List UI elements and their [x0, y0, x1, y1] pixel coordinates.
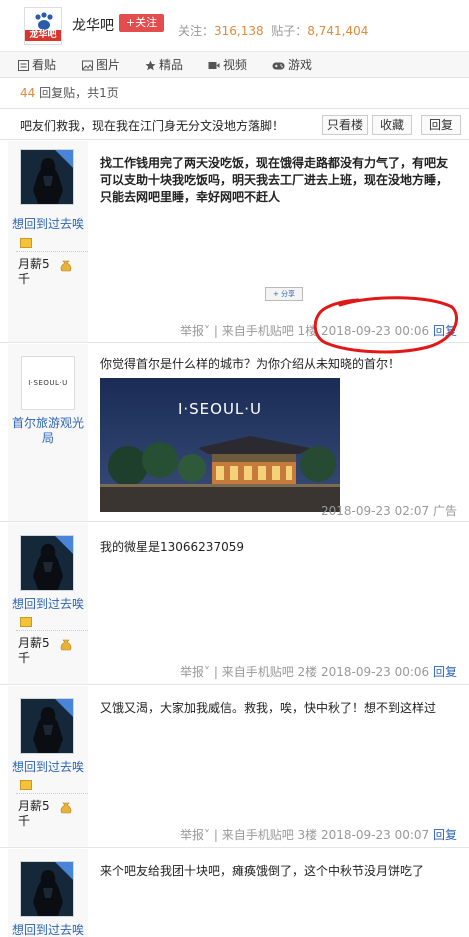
salary-title: 月薪5千 — [18, 257, 50, 286]
avatar[interactable] — [20, 861, 74, 917]
ad-account-name[interactable]: 首尔旅游观光局 — [8, 416, 88, 446]
money-bag-icon — [60, 802, 72, 814]
share-label: 分享 — [281, 290, 296, 298]
ad-sidebar: I·SEOUL·U 首尔旅游观光局 — [8, 344, 88, 521]
red-circle-annotation-icon — [313, 296, 458, 354]
tab-games[interactable]: 游戏 — [272, 56, 312, 74]
report-link[interactable]: 举报 — [180, 828, 204, 842]
post-content: 又饿又渴，大家加我威信。救我，唉，快中秋了！想不到这样过 — [100, 701, 437, 715]
avatar[interactable] — [20, 149, 74, 205]
logo-text: 龙华吧 — [25, 30, 61, 41]
ad-label: 广告 — [432, 504, 457, 518]
tab-label: 游戏 — [288, 58, 313, 72]
floor-number: 2楼 — [297, 665, 318, 679]
user-sidebar: 想回到过去唉 — [8, 849, 88, 937]
tab-posts[interactable]: 看贴 — [18, 56, 56, 74]
post-floor-2: 想回到过去唉 月薪5千 我的微星是13066237059 举报˅ | 来自手机贴… — [0, 523, 469, 685]
share-button[interactable]: + 分享 — [265, 287, 303, 301]
forum-header: 龙华吧 龙华吧 +关注 关注：316,138 贴子：8,741,404 — [0, 0, 469, 52]
only-op-button[interactable]: 只看楼主 — [322, 115, 368, 135]
source-link[interactable]: 来自手机贴吧 — [222, 324, 294, 338]
user-sidebar: 想回到过去唉 月薪5千 — [8, 686, 88, 847]
source-link[interactable]: 来自手机贴吧 — [222, 665, 294, 679]
money-bag-icon — [60, 639, 72, 651]
tab-label: 精品 — [159, 58, 184, 72]
level-badge-icon — [20, 780, 32, 790]
seoul-palace-night-image: I·SEOUL·U — [100, 378, 340, 512]
reply-button[interactable]: 回复 — [433, 665, 457, 679]
post-content: 我的微星是13066237059 — [100, 540, 244, 554]
username[interactable]: 想回到过去唉 — [8, 760, 88, 775]
forum-logo[interactable]: 龙华吧 — [24, 7, 62, 45]
image-icon — [82, 60, 93, 71]
post-content: 来个吧友给我团十块吧，瘫痪饿倒了，这个中秋节没月饼吃了 — [100, 864, 425, 878]
list-icon — [18, 60, 29, 71]
user-sidebar: 想回到过去唉 月薪5千 — [8, 141, 88, 342]
tab-featured[interactable]: 精品 — [145, 56, 183, 74]
forum-stats: 关注：316,138 贴子：8,741,404 — [178, 22, 368, 39]
reply-thread-button[interactable]: 回复 — [421, 115, 461, 135]
tab-videos[interactable]: 视频 — [208, 56, 247, 74]
username[interactable]: 想回到过去唉 — [8, 597, 88, 612]
money-bag-icon — [60, 260, 72, 272]
tab-images[interactable]: 图片 — [82, 56, 120, 74]
gamepad-icon — [272, 62, 285, 70]
paw-logo-icon — [35, 12, 53, 30]
post-content: 找工作钱用完了两天没吃饭，现在饿得走路都没有力气了，有吧友可以支助十块我吃饭吗，… — [100, 156, 449, 204]
floor-number: 3楼 — [297, 828, 318, 842]
level-badge-icon — [20, 617, 32, 627]
posts-label: 贴子： — [271, 24, 308, 38]
favorite-button[interactable]: 收藏 — [372, 115, 412, 135]
post-time: 2018-09-23 00:06 — [321, 665, 430, 679]
ad-image-text: I·SEOUL·U — [178, 400, 262, 418]
report-link[interactable]: 举报 — [180, 665, 204, 679]
follow-label: 关注： — [178, 24, 215, 38]
tab-label: 视频 — [223, 58, 248, 72]
star-icon — [145, 60, 156, 71]
avatar[interactable] — [20, 535, 74, 591]
user-sidebar: 想回到过去唉 月薪5千 — [8, 523, 88, 684]
ad-time: 2018-09-23 02:07 — [321, 504, 430, 518]
post-floor-3: 想回到过去唉 月薪5千 又饿又渴，大家加我威信。救我，唉，快中秋了！想不到这样过… — [0, 686, 469, 848]
post-footer: 举报˅ | 来自手机贴吧 2楼 2018-09-23 00:06 回复 — [180, 665, 457, 679]
forum-name[interactable]: 龙华吧 — [72, 15, 114, 35]
ad-logo[interactable]: I·SEOUL·U — [21, 356, 75, 410]
follow-count: 316,138 — [214, 24, 264, 38]
reply-button[interactable]: 回复 — [433, 828, 457, 842]
ad-content[interactable]: 你觉得首尔是什么样的城市？为你介绍从未知晓的首尔！ — [100, 356, 455, 373]
ad-footer: 2018-09-23 02:07 广告 — [321, 502, 457, 519]
post-footer: 举报˅ | 来自手机贴吧 3楼 2018-09-23 00:07 回复 — [180, 828, 457, 842]
avatar[interactable] — [20, 698, 74, 754]
tab-label: 图片 — [96, 58, 121, 72]
video-icon — [208, 62, 220, 69]
level-badge-icon — [20, 238, 32, 248]
reply-count: 44 回复贴，共1页 — [20, 84, 119, 101]
reply-count-number: 44 — [20, 86, 36, 100]
tab-label: 看贴 — [32, 58, 57, 72]
posts-count: 8,741,404 — [307, 24, 369, 38]
username[interactable]: 想回到过去唉 — [8, 923, 88, 937]
reply-count-suffix: 回复贴，共1页 — [39, 86, 119, 100]
ad-post: I·SEOUL·U 首尔旅游观光局 你觉得首尔是什么样的城市？为你介绍从未知晓的… — [0, 344, 469, 522]
username[interactable]: 想回到过去唉 — [8, 217, 88, 232]
follow-button[interactable]: +关注 — [119, 14, 164, 32]
post-floor-4: 想回到过去唉 来个吧友给我团十块吧，瘫痪饿倒了，这个中秋节没月饼吃了 — [0, 849, 469, 937]
ad-image[interactable]: I·SEOUL·U — [100, 378, 340, 512]
source-link[interactable]: 来自手机贴吧 — [222, 828, 294, 842]
tab-bar: 看贴 图片 精品 视频 游戏 — [0, 52, 469, 78]
salary-title: 月薪5千 — [18, 799, 50, 828]
salary-title: 月薪5千 — [18, 636, 50, 665]
post-time: 2018-09-23 00:07 — [321, 828, 430, 842]
thread-title-bar: 吧友们救我，现在我在江门身无分文没地方落脚！ 只看楼主 收藏 回复 — [0, 108, 469, 140]
report-link[interactable]: 举报 — [180, 324, 204, 338]
thread-title: 吧友们救我，现在我在江门身无分文没地方落脚！ — [20, 119, 285, 133]
